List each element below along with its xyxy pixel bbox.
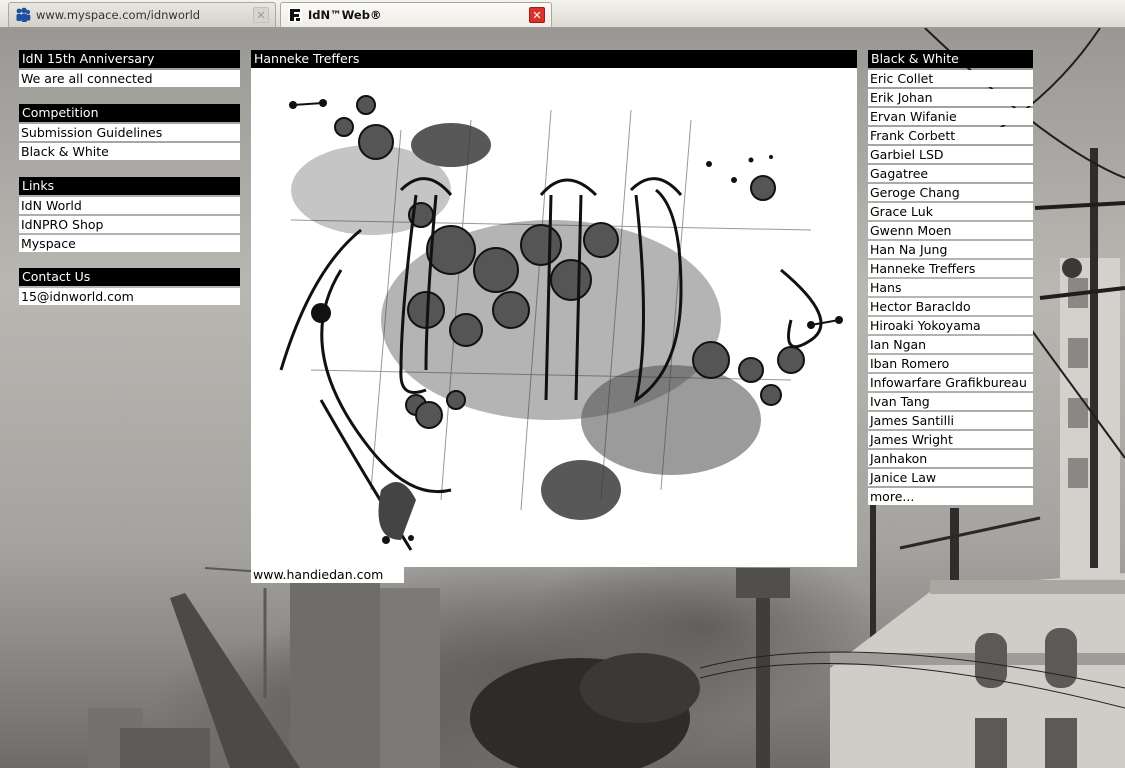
artist-list-item[interactable]: Ivan Tang bbox=[868, 393, 1033, 410]
artist-title: Hanneke Treffers bbox=[251, 50, 857, 68]
tab-myspace[interactable]: www.myspace.com/idnworld ✕ bbox=[8, 2, 276, 27]
links-box: Links IdN World IdNPRO Shop Myspace bbox=[19, 177, 240, 252]
artist-list-header: Black & White bbox=[868, 50, 1033, 68]
contact-email-link[interactable]: 15@idnworld.com bbox=[19, 288, 240, 305]
black-white-link[interactable]: Black & White bbox=[19, 143, 240, 160]
competition-box: Competition Submission Guidelines Black … bbox=[19, 104, 240, 160]
close-tab-icon[interactable]: ✕ bbox=[253, 7, 269, 23]
idnpro-shop-link[interactable]: IdNPRO Shop bbox=[19, 216, 240, 233]
artist-list-item[interactable]: Grace Luk bbox=[868, 203, 1033, 220]
artist-list-item[interactable]: James Santilli bbox=[868, 412, 1033, 429]
browser-tab-bar: www.myspace.com/idnworld ✕ IdN™Web® ✕ bbox=[0, 0, 1125, 28]
contact-box: Contact Us 15@idnworld.com bbox=[19, 268, 240, 305]
artist-website-link[interactable]: www.handiedan.com bbox=[251, 567, 404, 583]
artist-list-item[interactable]: Garbiel LSD bbox=[868, 146, 1033, 163]
anniversary-link[interactable]: We are all connected bbox=[19, 70, 240, 87]
artist-list-item[interactable]: Geroge Chang bbox=[868, 184, 1033, 201]
idn-world-link[interactable]: IdN World bbox=[19, 197, 240, 214]
artist-list-item[interactable]: Ian Ngan bbox=[868, 336, 1033, 353]
artist-list-item[interactable]: Hector Baracldo bbox=[868, 298, 1033, 315]
contact-header: Contact Us bbox=[19, 268, 240, 286]
artist-list-item[interactable]: Erik Johan bbox=[868, 89, 1033, 106]
artist-list-item[interactable]: Infowarfare Grafikbureau bbox=[868, 374, 1033, 391]
competition-header: Competition bbox=[19, 104, 240, 122]
tab-title: www.myspace.com/idnworld bbox=[36, 8, 201, 22]
ink-illustration-artwork bbox=[251, 70, 857, 567]
artwork-panel: Hanneke Treffers bbox=[251, 50, 857, 567]
artist-list-item[interactable]: Hans bbox=[868, 279, 1033, 296]
artist-list-item[interactable]: Eric Collet bbox=[868, 70, 1033, 87]
artist-list-item[interactable]: Ervan Wifanie bbox=[868, 108, 1033, 125]
artist-list-item[interactable]: Han Na Jung bbox=[868, 241, 1033, 258]
artist-list-item[interactable]: Janhakon bbox=[868, 450, 1033, 467]
artist-list-item[interactable]: Gwenn Moen bbox=[868, 222, 1033, 239]
black-white-artist-list: Black & White Eric Collet Erik Johan Ervan… bbox=[868, 50, 1033, 505]
artist-list-item[interactable]: Janice Law bbox=[868, 469, 1033, 486]
artist-list-item[interactable]: Hiroaki Yokoyama bbox=[868, 317, 1033, 334]
tab-title: IdN™Web® bbox=[308, 8, 382, 22]
artist-list-item[interactable]: Frank Corbett bbox=[868, 127, 1033, 144]
idn-logo-icon bbox=[287, 7, 303, 23]
more-artists-link[interactable]: more... bbox=[868, 488, 1033, 505]
artist-list-item[interactable]: Iban Romero bbox=[868, 355, 1033, 372]
artist-list-item[interactable]: Gagatree bbox=[868, 165, 1033, 182]
myspace-people-icon bbox=[15, 7, 31, 23]
artist-list-item[interactable]: Hanneke Treffers bbox=[868, 260, 1033, 277]
links-header: Links bbox=[19, 177, 240, 195]
anniversary-header: IdN 15th Anniversary bbox=[19, 50, 240, 68]
submission-guidelines-link[interactable]: Submission Guidelines bbox=[19, 124, 240, 141]
myspace-link[interactable]: Myspace bbox=[19, 235, 240, 252]
anniversary-box: IdN 15th Anniversary We are all connecte… bbox=[19, 50, 240, 87]
artist-list-item[interactable]: James Wright bbox=[868, 431, 1033, 448]
tab-idn-web[interactable]: IdN™Web® ✕ bbox=[280, 2, 552, 27]
close-tab-icon[interactable]: ✕ bbox=[529, 7, 545, 23]
